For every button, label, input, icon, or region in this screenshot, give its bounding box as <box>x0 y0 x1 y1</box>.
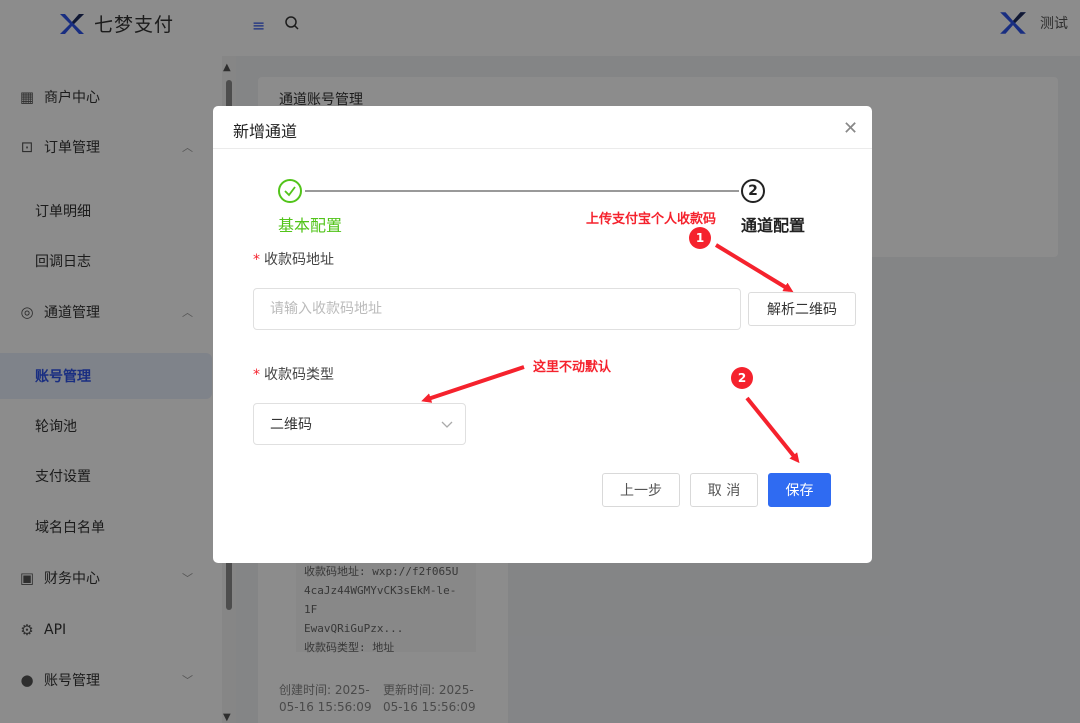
annotation-badge-2: 2 <box>731 367 753 389</box>
chevron-down-icon <box>441 421 453 428</box>
add-channel-dialog: 新增通道 ✕ 2 基本配置 通道配置 *收款码地址 解析二维码 *收款码类型 二… <box>213 106 872 563</box>
parse-qr-button[interactable]: 解析二维码 <box>748 292 856 326</box>
cancel-button[interactable]: 取 消 <box>690 473 758 507</box>
qr-address-label-text: 收款码地址 <box>264 252 334 268</box>
qr-address-label: * 收款码地址 <box>253 249 334 269</box>
qr-address-input[interactable] <box>253 288 741 330</box>
dialog-title: 新增通道 <box>233 122 298 141</box>
required-mark: * <box>253 252 260 268</box>
qr-type-select[interactable]: 二维码 <box>253 403 466 445</box>
close-icon[interactable]: ✕ <box>843 120 858 138</box>
previous-step-button[interactable]: 上一步 <box>602 473 680 507</box>
step-2-label: 通道配置 <box>741 216 806 235</box>
step-1-indicator <box>278 179 302 203</box>
qr-type-selected-value: 二维码 <box>270 417 312 433</box>
annotation-upload-note: 上传支付宝个人收款码 <box>586 212 717 227</box>
save-button[interactable]: 保存 <box>768 473 831 507</box>
qr-type-label-text: 收款码类型 <box>264 367 334 383</box>
annotation-badge-1: 1 <box>689 227 711 249</box>
step-2-indicator: 2 <box>741 179 765 203</box>
step-1-label: 基本配置 <box>278 216 343 235</box>
step-connector <box>305 190 739 192</box>
required-mark: * <box>253 367 260 383</box>
qr-type-label: * 收款码类型 <box>253 364 334 384</box>
check-icon <box>284 186 296 197</box>
annotation-default-note: 这里不动默认 <box>533 360 612 375</box>
dialog-divider <box>213 148 872 149</box>
